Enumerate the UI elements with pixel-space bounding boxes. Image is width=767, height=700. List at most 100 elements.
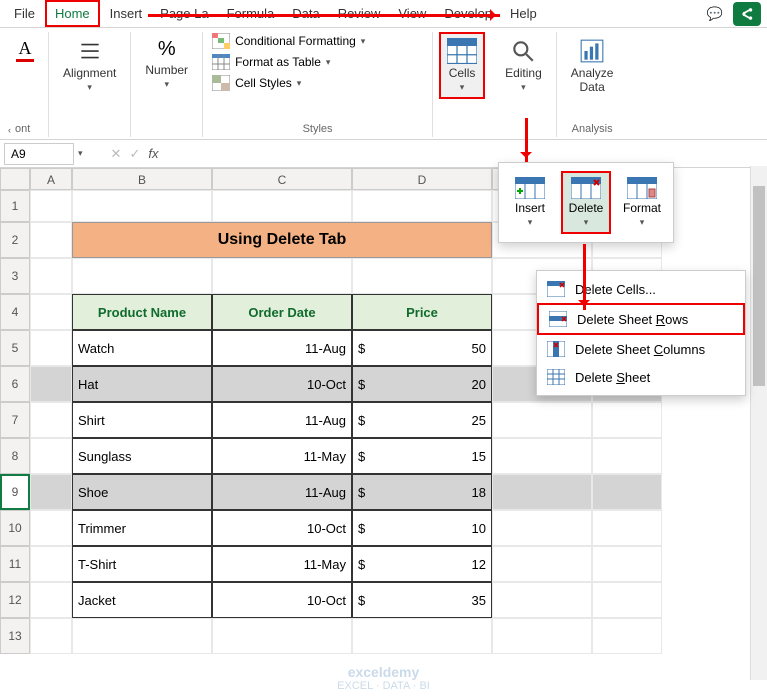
cell-E7[interactable] (492, 402, 592, 438)
cell-D11[interactable]: $12 (352, 546, 492, 582)
chevron-down-icon[interactable]: ▾ (78, 148, 83, 159)
cell-C6[interactable]: 10-Oct (212, 366, 352, 402)
number-button[interactable]: % Number ▾ (137, 32, 196, 96)
tab-insert[interactable]: Insert (102, 2, 151, 25)
cell-styles-button[interactable]: Cell Styles▾ (209, 74, 426, 92)
cell-C7[interactable]: 11-Aug (212, 402, 352, 438)
tab-file[interactable]: File (6, 2, 43, 25)
cell-A8[interactable] (30, 438, 72, 474)
cell-B13[interactable] (72, 618, 212, 654)
cell-D6[interactable]: $20 (352, 366, 492, 402)
cell-A11[interactable] (30, 546, 72, 582)
worksheet-grid[interactable]: 12Using Delete Tab34Product NameOrder Da… (0, 190, 767, 654)
cancel-icon[interactable]: ✕ (111, 146, 122, 162)
cell-A3[interactable] (30, 258, 72, 294)
cell-C1[interactable] (212, 190, 352, 222)
cell-D3[interactable] (352, 258, 492, 294)
cell-B1[interactable] (72, 190, 212, 222)
tab-home[interactable]: Home (45, 0, 100, 27)
cell-B3[interactable] (72, 258, 212, 294)
cell-C3[interactable] (212, 258, 352, 294)
name-box[interactable] (4, 143, 74, 165)
scrollbar-thumb[interactable] (753, 186, 765, 386)
row-header-4[interactable]: 4 (0, 294, 30, 330)
enter-icon[interactable]: ✓ (129, 146, 140, 162)
conditional-formatting-button[interactable]: Conditional Formatting▾ (209, 32, 426, 50)
insert-cells-button[interactable]: Insert ▾ (505, 171, 555, 234)
column-header-A[interactable]: A (30, 168, 72, 190)
editing-button[interactable]: Editing ▾ (497, 32, 550, 99)
cell-D10[interactable]: $10 (352, 510, 492, 546)
cell-E12[interactable] (492, 582, 592, 618)
cell-C11[interactable]: 11-May (212, 546, 352, 582)
cell-B6[interactable]: Hat (72, 366, 212, 402)
cell-A5[interactable] (30, 330, 72, 366)
row-header-2[interactable]: 2 (0, 222, 30, 258)
delete-cells-button[interactable]: Delete ▾ (561, 171, 611, 234)
cell-D4[interactable]: Price (352, 294, 492, 330)
cell-A12[interactable] (30, 582, 72, 618)
row-header-7[interactable]: 7 (0, 402, 30, 438)
row-header-8[interactable]: 8 (0, 438, 30, 474)
row-header-11[interactable]: 11 (0, 546, 30, 582)
cell-F9[interactable] (592, 474, 662, 510)
format-cells-button[interactable]: Format ▾ (617, 171, 667, 234)
cell-C5[interactable]: 11-Aug (212, 330, 352, 366)
cell-D1[interactable] (352, 190, 492, 222)
cell-F7[interactable] (592, 402, 662, 438)
column-header-B[interactable]: B (72, 168, 212, 190)
cell-B4[interactable]: Product Name (72, 294, 212, 330)
format-as-table-button[interactable]: Format as Table▾ (209, 53, 426, 71)
cell-B5[interactable]: Watch (72, 330, 212, 366)
cell-B10[interactable]: Trimmer (72, 510, 212, 546)
cell-E9[interactable] (492, 474, 592, 510)
cell-C8[interactable]: 11-May (212, 438, 352, 474)
expand-icon[interactable]: ‹ (8, 125, 11, 135)
cell-D12[interactable]: $35 (352, 582, 492, 618)
cell-B7[interactable]: Shirt (72, 402, 212, 438)
select-all-corner[interactable] (0, 168, 30, 190)
cell-C13[interactable] (212, 618, 352, 654)
cell-D8[interactable]: $15 (352, 438, 492, 474)
cell-A13[interactable] (30, 618, 72, 654)
tab-help[interactable]: Help (502, 2, 545, 25)
column-header-C[interactable]: C (212, 168, 352, 190)
cell-B9[interactable]: Shoe (72, 474, 212, 510)
cell-E10[interactable] (492, 510, 592, 546)
cell-B11[interactable]: T-Shirt (72, 546, 212, 582)
cell-A9[interactable] (30, 474, 72, 510)
row-header-12[interactable]: 12 (0, 582, 30, 618)
row-header-5[interactable]: 5 (0, 330, 30, 366)
cell-B2[interactable]: Using Delete Tab (72, 222, 492, 258)
cell-F10[interactable] (592, 510, 662, 546)
row-header-9[interactable]: 9 (0, 474, 30, 510)
comments-icon[interactable]: 💬 (699, 6, 731, 22)
cell-D13[interactable] (352, 618, 492, 654)
delete-sheet-rows-item[interactable]: Delete Sheet Rows (537, 303, 745, 335)
cell-A7[interactable] (30, 402, 72, 438)
cell-F12[interactable] (592, 582, 662, 618)
row-header-3[interactable]: 3 (0, 258, 30, 294)
cell-F11[interactable] (592, 546, 662, 582)
cell-E8[interactable] (492, 438, 592, 474)
alignment-button[interactable]: Alignment ▾ (55, 32, 124, 99)
delete-sheet-columns-item[interactable]: Delete Sheet Columns (537, 335, 745, 363)
delete-sheet-item[interactable]: Delete Sheet (537, 363, 745, 391)
column-header-D[interactable]: D (352, 168, 492, 190)
cell-F8[interactable] (592, 438, 662, 474)
cell-A1[interactable] (30, 190, 72, 222)
font-color-button[interactable]: A (8, 32, 42, 68)
cell-D7[interactable]: $25 (352, 402, 492, 438)
row-header-10[interactable]: 10 (0, 510, 30, 546)
row-header-6[interactable]: 6 (0, 366, 30, 402)
cell-A6[interactable] (30, 366, 72, 402)
share-button[interactable] (733, 2, 761, 26)
cell-E11[interactable] (492, 546, 592, 582)
row-header-13[interactable]: 13 (0, 618, 30, 654)
cell-A2[interactable] (30, 222, 72, 258)
row-header-1[interactable]: 1 (0, 190, 30, 222)
analyze-data-button[interactable]: Analyze Data (563, 32, 622, 100)
cell-C12[interactable]: 10-Oct (212, 582, 352, 618)
delete-cells-item[interactable]: Delete Cells... (537, 275, 745, 303)
cell-A4[interactable] (30, 294, 72, 330)
